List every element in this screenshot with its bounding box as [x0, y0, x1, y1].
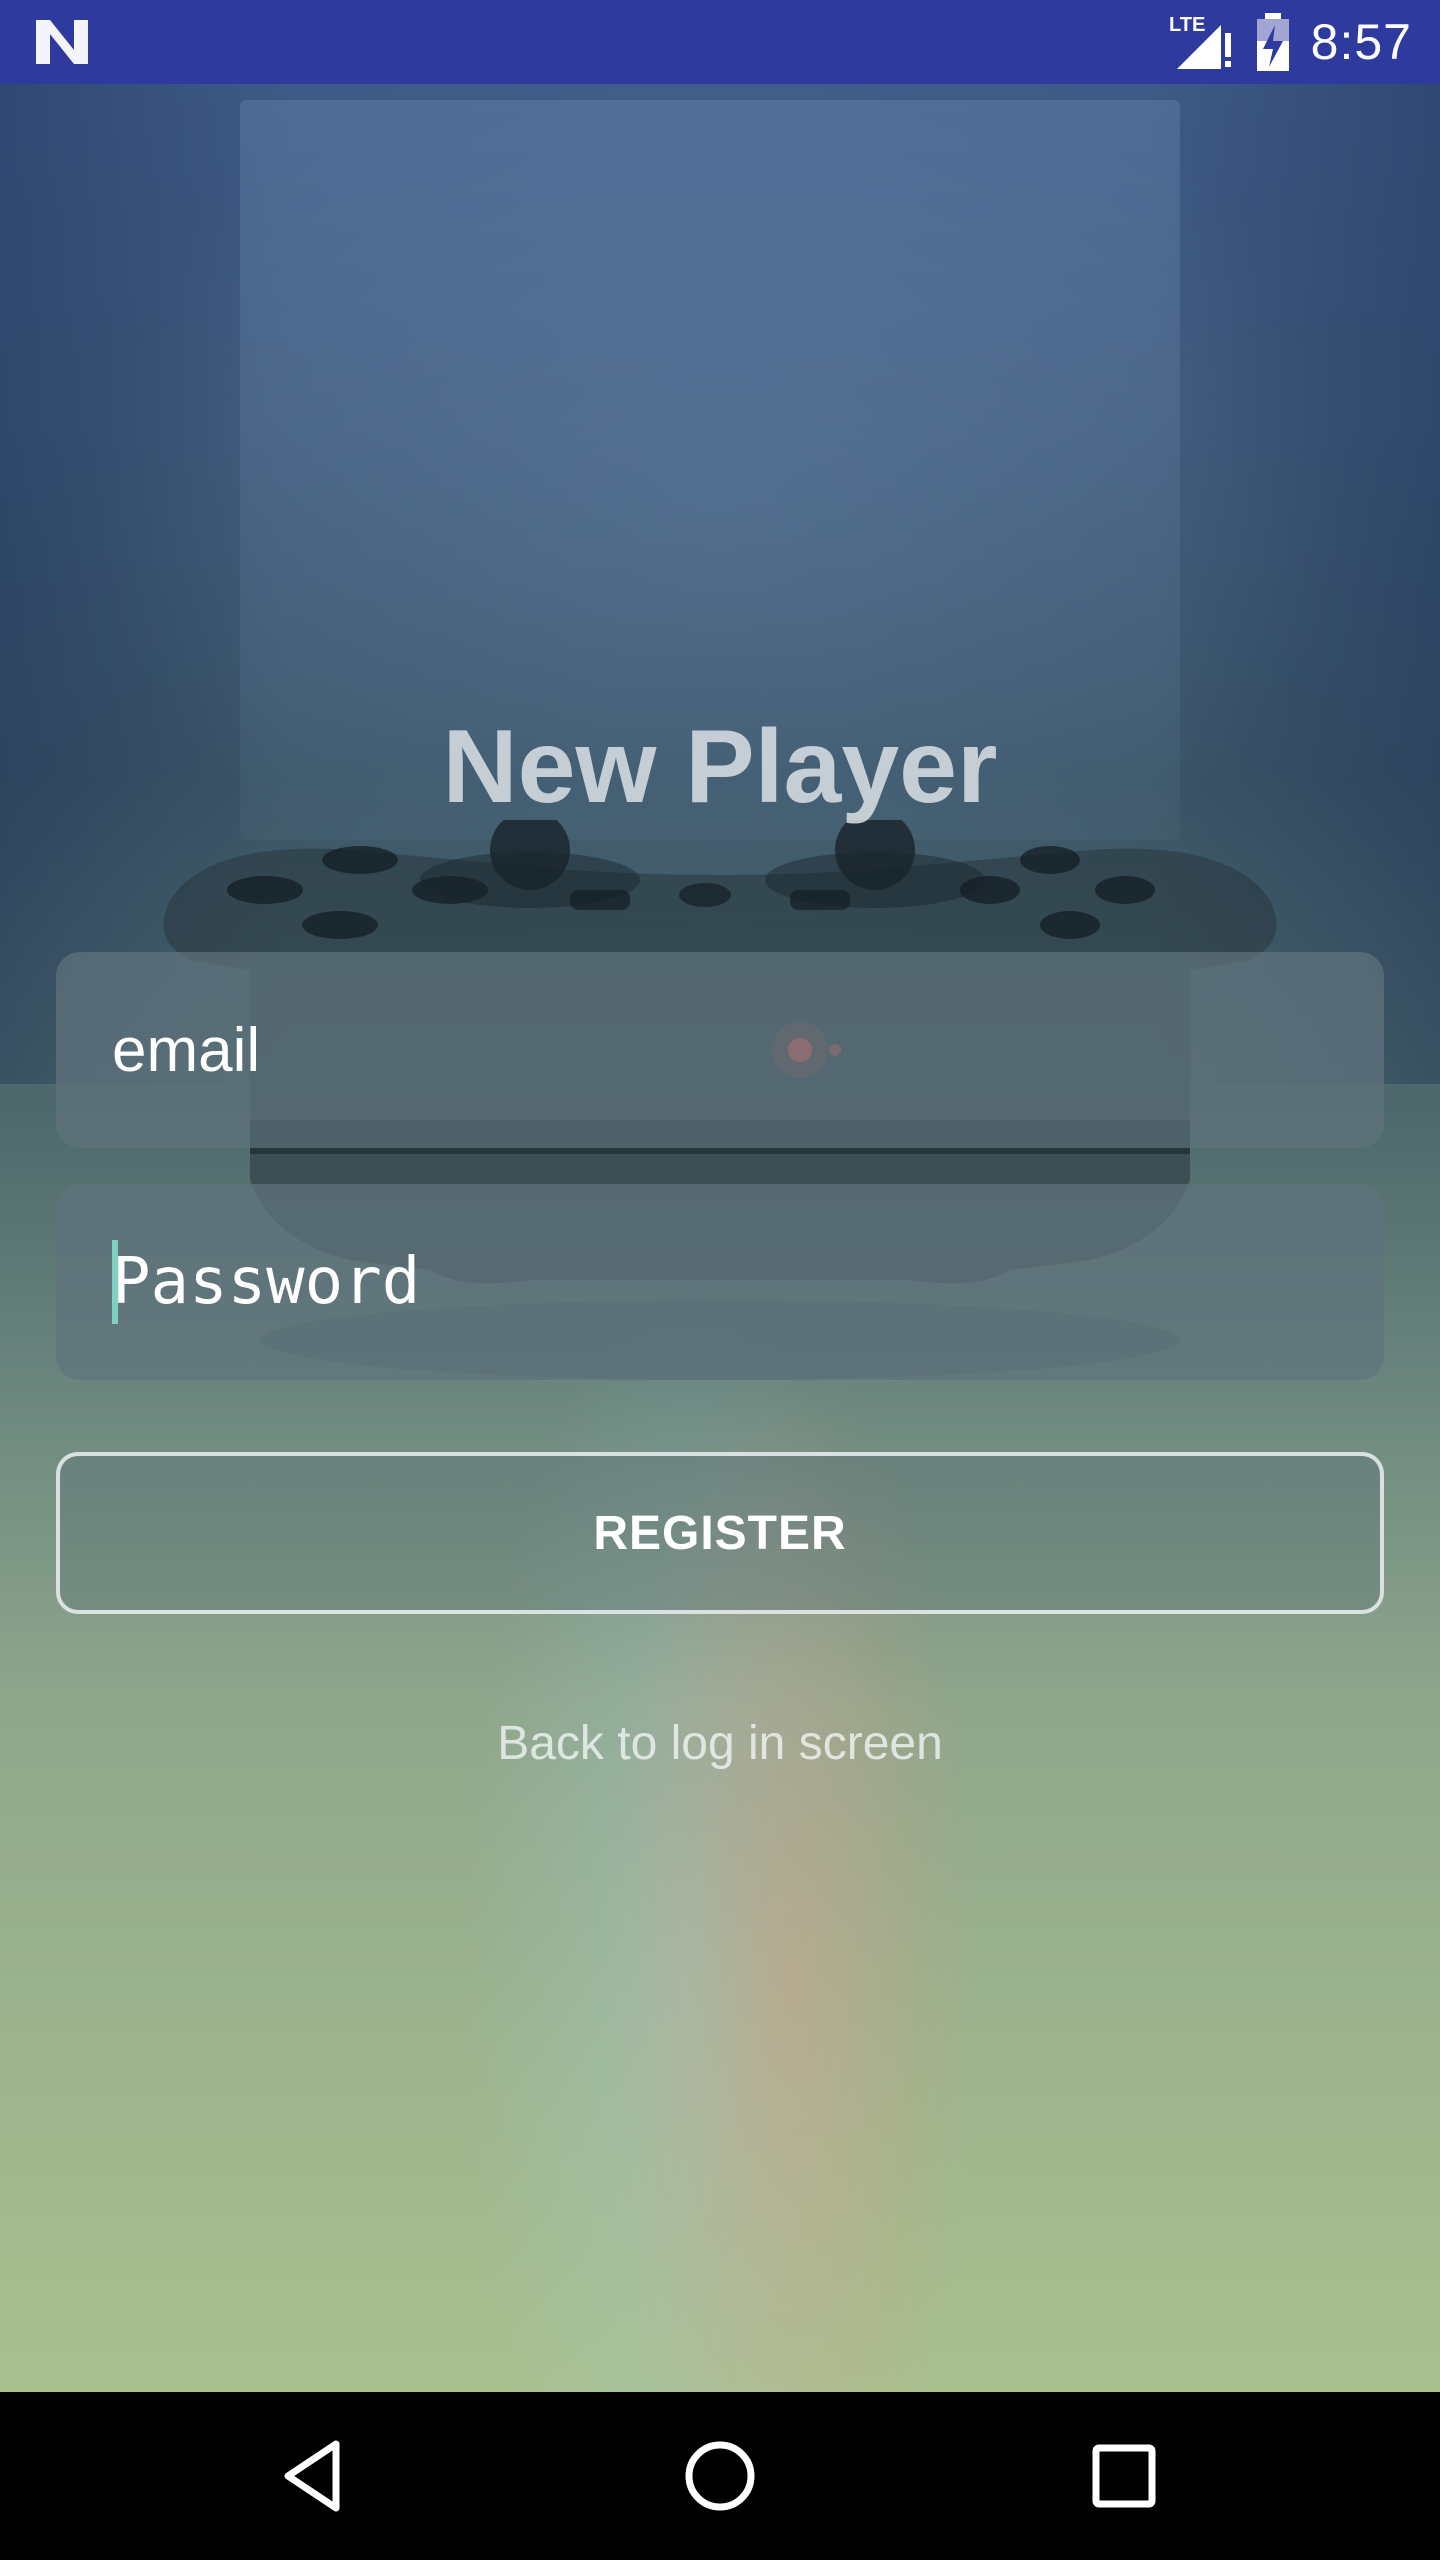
page-title: New Player	[442, 709, 998, 825]
register-screen: LTE 8:57 New Player REGISTER Back to log…	[0, 0, 1440, 2560]
clock: 8:57	[1310, 14, 1412, 70]
navigation-bar	[0, 2392, 1440, 2560]
password-field[interactable]	[112, 1184, 1312, 1380]
text-cursor	[112, 1240, 118, 1324]
email-field-container[interactable]	[56, 952, 1384, 1148]
register-button[interactable]: REGISTER	[56, 1452, 1384, 1614]
status-bar: LTE 8:57	[0, 0, 1440, 84]
signal-alert-icon: LTE	[1169, 14, 1231, 69]
password-field-container[interactable]	[56, 1184, 1384, 1380]
network-label: LTE	[1169, 14, 1205, 36]
back-triangle-icon[interactable]	[274, 2434, 358, 2518]
n-logo-icon	[36, 20, 88, 64]
email-field[interactable]	[112, 952, 1312, 1148]
status-icons: LTE 8:57	[1169, 0, 1412, 84]
home-circle-icon[interactable]	[678, 2434, 762, 2518]
recents-square-icon[interactable]	[1082, 2434, 1166, 2518]
battery-charging-icon	[1256, 13, 1289, 71]
back-to-login-link[interactable]: Back to log in screen	[0, 1716, 1440, 1771]
